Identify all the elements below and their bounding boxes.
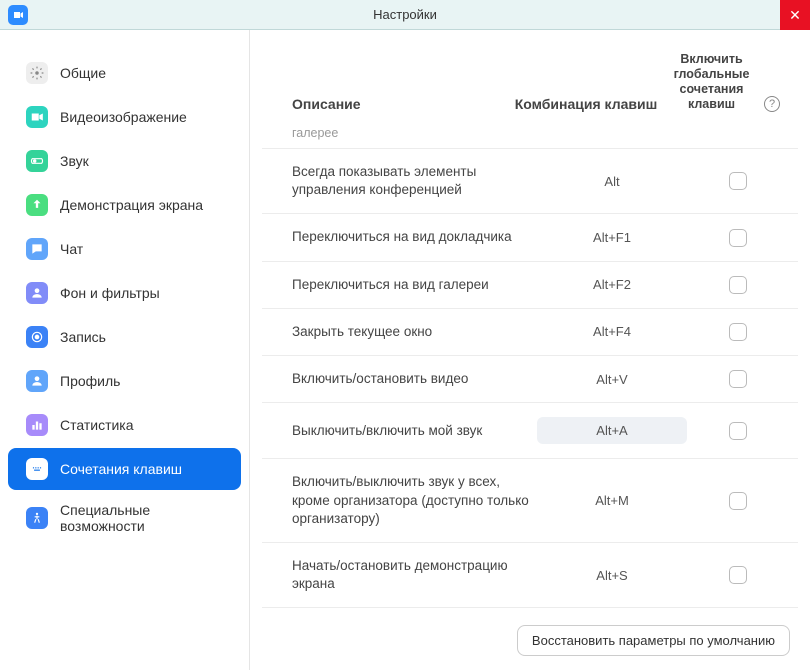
- row-global: [695, 323, 780, 341]
- footer: Восстановить параметры по умолчанию: [250, 613, 810, 656]
- sidebar-item-stats[interactable]: Статистика: [8, 404, 241, 446]
- global-checkbox[interactable]: [729, 422, 747, 440]
- video-icon: [26, 106, 48, 128]
- row-desc: Всегда показывать элементы управления ко…: [292, 163, 529, 199]
- shortcuts-list[interactable]: галерее Всегда показывать элементы управ…: [262, 124, 804, 613]
- row-desc: Включить/остановить видео: [292, 370, 529, 388]
- global-checkbox[interactable]: [729, 566, 747, 584]
- sidebar-item-bg[interactable]: Фон и фильтры: [8, 272, 241, 314]
- global-checkbox[interactable]: [729, 323, 747, 341]
- row-combo[interactable]: Alt+V: [537, 372, 687, 387]
- row-global: [695, 172, 780, 190]
- sidebar-item-label: Звук: [60, 153, 89, 169]
- table-row: Переключиться на вид докладчика Alt+F1: [262, 214, 798, 261]
- global-checkbox[interactable]: [729, 370, 747, 388]
- sidebar-item-keyboard[interactable]: Сочетания клавиш: [8, 448, 241, 490]
- table-row: Начать/остановить демонстрацию экрана Alt…: [262, 543, 798, 608]
- table-row-truncated: галерее: [262, 124, 798, 149]
- row-global: [695, 422, 780, 440]
- row-combo[interactable]: Alt+F1: [537, 230, 687, 245]
- sidebar-item-label: Запись: [60, 329, 106, 345]
- sidebar-item-label: Чат: [60, 241, 83, 257]
- row-combo[interactable]: Alt: [537, 174, 687, 189]
- help-icon[interactable]: ?: [764, 96, 780, 112]
- table-row: Закрыть текущее окно Alt+F4: [262, 309, 798, 356]
- row-desc: Переключиться на вид галереи: [292, 276, 529, 294]
- sidebar-item-label: Специальные возможности: [60, 502, 223, 534]
- row-desc: галерее: [292, 125, 529, 142]
- row-desc: Начать/остановить демонстрацию экрана: [292, 557, 529, 593]
- sidebar-item-label: Сочетания клавиш: [60, 461, 182, 477]
- row-desc: Включить/выключить звук у всех, кроме ор…: [292, 473, 529, 528]
- table-row: Включить/остановить видео Alt+V: [262, 356, 798, 403]
- global-checkbox[interactable]: [729, 276, 747, 294]
- row-global: [695, 229, 780, 247]
- row-combo[interactable]: Alt+F4: [537, 324, 687, 339]
- header-shortcut: Комбинация клавиш: [511, 96, 661, 112]
- bg-icon: [26, 282, 48, 304]
- row-global: [695, 492, 780, 510]
- row-combo[interactable]: Alt+F2: [537, 277, 687, 292]
- sidebar-item-video[interactable]: Видеоизображение: [8, 96, 241, 138]
- row-desc: Выключить/включить мой звук: [292, 422, 529, 440]
- global-checkbox[interactable]: [729, 229, 747, 247]
- table-row: Показать/скрыть окна и приложения,Alt+Sh…: [262, 608, 798, 613]
- sidebar-item-record[interactable]: Запись: [8, 316, 241, 358]
- restore-defaults-button[interactable]: Восстановить параметры по умолчанию: [517, 625, 790, 656]
- general-icon: [26, 62, 48, 84]
- sidebar-item-chat[interactable]: Чат: [8, 228, 241, 270]
- header-description: Описание: [292, 96, 503, 112]
- sidebar-item-general[interactable]: Общие: [8, 52, 241, 94]
- titlebar: Настройки ✕: [0, 0, 810, 30]
- close-button[interactable]: ✕: [780, 0, 810, 30]
- table-row: Выключить/включить мой звук Alt+A: [262, 403, 798, 459]
- sidebar-item-label: Демонстрация экрана: [60, 197, 203, 213]
- table-row: Переключиться на вид галереи Alt+F2: [262, 262, 798, 309]
- share-icon: [26, 194, 48, 216]
- row-combo[interactable]: Alt+S: [537, 568, 687, 583]
- content: Описание Комбинация клавиш Включить глоб…: [250, 30, 810, 670]
- sidebar-item-label: Профиль: [60, 373, 120, 389]
- audio-icon: [26, 150, 48, 172]
- table-header: Описание Комбинация клавиш Включить глоб…: [250, 30, 810, 124]
- row-combo[interactable]: Alt+A: [537, 417, 687, 444]
- profile-icon: [26, 370, 48, 392]
- stats-icon: [26, 414, 48, 436]
- sidebar-item-profile[interactable]: Профиль: [8, 360, 241, 402]
- row-global: [695, 566, 780, 584]
- sidebar-item-label: Общие: [60, 65, 106, 81]
- row-global: [695, 370, 780, 388]
- row-global: [695, 124, 780, 142]
- sidebar-item-share[interactable]: Демонстрация экрана: [8, 184, 241, 226]
- chat-icon: [26, 238, 48, 260]
- main: Общие Видеоизображение Звук Демонстрация эк…: [0, 30, 810, 670]
- global-checkbox[interactable]: [729, 492, 747, 510]
- access-icon: [26, 507, 48, 529]
- app-icon: [8, 5, 28, 25]
- sidebar-item-access[interactable]: Специальные возможности: [8, 492, 241, 544]
- shortcuts-list-wrapper: галерее Всегда показывать элементы управ…: [262, 124, 804, 613]
- row-global: [695, 276, 780, 294]
- row-desc: Закрыть текущее окно: [292, 323, 529, 341]
- sidebar: Общие Видеоизображение Звук Демонстрация эк…: [0, 30, 250, 670]
- row-combo[interactable]: Alt+M: [537, 493, 687, 508]
- table-row: Включить/выключить звук у всех, кроме ор…: [262, 459, 798, 543]
- row-desc: Переключиться на вид докладчика: [292, 228, 529, 246]
- header-global: Включить глобальные сочетания клавиш: [669, 52, 754, 112]
- sidebar-item-audio[interactable]: Звук: [8, 140, 241, 182]
- global-checkbox[interactable]: [729, 172, 747, 190]
- table-row: Всегда показывать элементы управления ко…: [262, 149, 798, 214]
- window-title: Настройки: [373, 7, 437, 22]
- sidebar-item-label: Фон и фильтры: [60, 285, 160, 301]
- record-icon: [26, 326, 48, 348]
- sidebar-item-label: Статистика: [60, 417, 134, 433]
- keyboard-icon: [26, 458, 48, 480]
- sidebar-item-label: Видеоизображение: [60, 109, 187, 125]
